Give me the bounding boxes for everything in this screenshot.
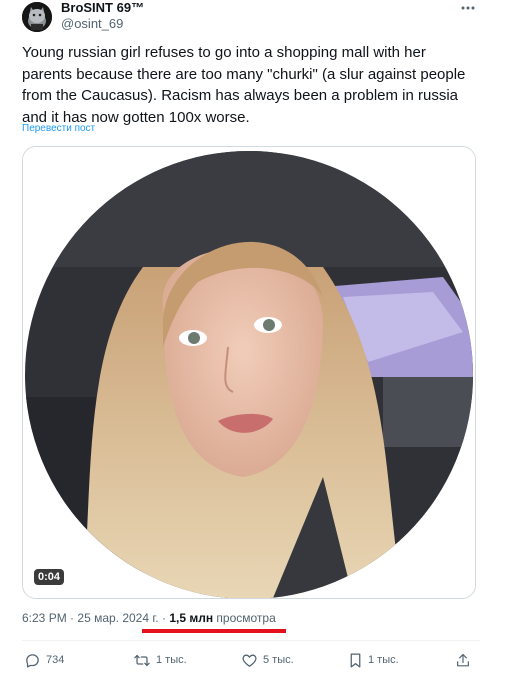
tweet: BroSINT 69™ @osint_69 Young russian girl… (0, 0, 509, 686)
reply-button[interactable]: 734 (24, 650, 64, 670)
like-button[interactable]: 5 тыс. (241, 650, 294, 670)
meta-separator: · (161, 611, 166, 625)
tweet-text: Young russian girl refuses to go into a … (22, 44, 466, 126)
video-duration: 0:04 (34, 569, 65, 585)
share-icon (457, 653, 469, 666)
tweet-date[interactable]: 25 мар. 2024 г. (77, 611, 158, 625)
highlight-underline (142, 629, 286, 633)
more-button[interactable] (457, 0, 479, 18)
repost-count: 1 тыс. (156, 654, 187, 666)
avatar-image (22, 2, 52, 32)
reply-count: 734 (46, 654, 65, 666)
avatar[interactable] (22, 2, 52, 32)
translate-link[interactable]: Перевести пост (22, 123, 95, 134)
divider (22, 640, 480, 641)
bookmark-count: 1 тыс. (368, 654, 399, 666)
bookmark-icon (350, 652, 361, 668)
repost-button[interactable]: 1 тыс. (133, 650, 187, 670)
author-name[interactable]: BroSINT 69™ (61, 0, 144, 16)
views-label: просмотра (216, 611, 276, 625)
views-count: 1,5 млн (169, 611, 214, 625)
author-handle[interactable]: @osint_69 (61, 16, 123, 32)
tweet-meta: 6:23 PM · 25 мар. 2024 г. · 1,5 млн прос… (22, 611, 276, 625)
repost-icon (134, 654, 150, 666)
like-icon (242, 654, 257, 667)
like-count: 5 тыс. (263, 654, 294, 666)
video-thumbnail (23, 147, 475, 598)
bookmark-button[interactable]: 1 тыс. (348, 650, 399, 670)
tweet-time[interactable]: 6:23 PM (22, 611, 67, 625)
meta-separator: · (70, 611, 75, 625)
more-icon (461, 6, 475, 10)
video-player[interactable]: 0:04 (22, 146, 476, 599)
reply-icon (26, 653, 39, 668)
share-button[interactable] (455, 650, 476, 670)
